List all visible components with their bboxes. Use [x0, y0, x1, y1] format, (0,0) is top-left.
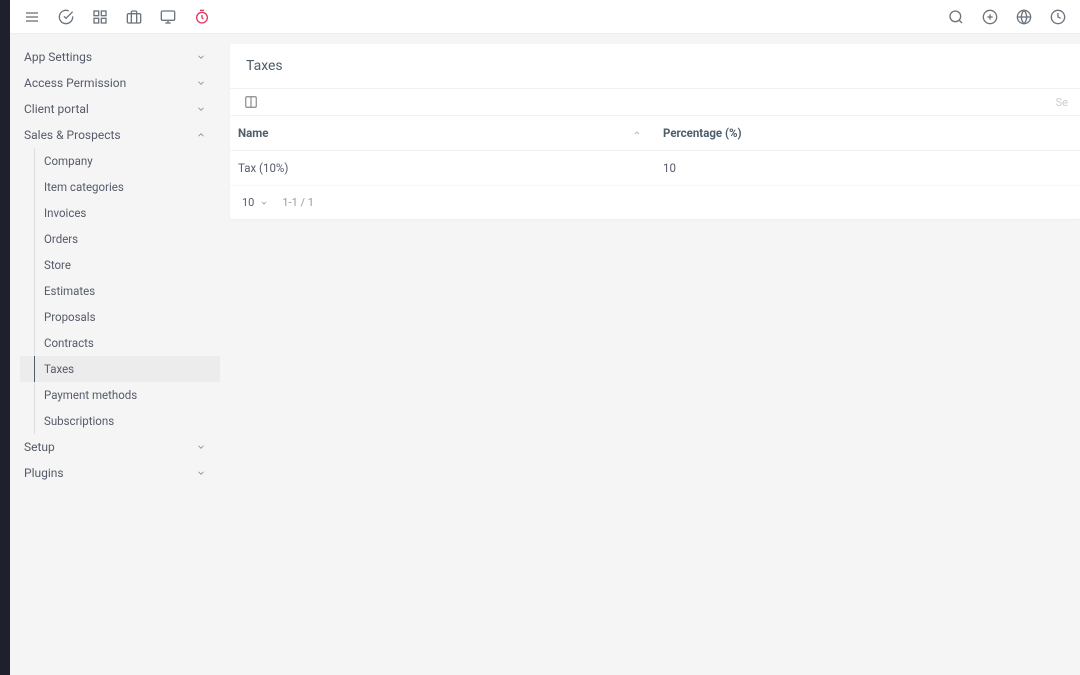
sidebar-item-store[interactable]: Store — [20, 252, 220, 278]
chevron-down-icon — [196, 442, 206, 452]
taxes-card: Taxes Se — [230, 44, 1080, 219]
sidebar-section-app-settings[interactable]: App Settings — [10, 44, 220, 70]
col-label: Name — [238, 126, 268, 140]
chevron-down-icon — [196, 78, 206, 88]
sort-asc-icon — [633, 129, 641, 137]
taxes-table: Name Percentage (%) — [230, 116, 1080, 186]
sidebar-section-label: Plugins — [24, 466, 64, 480]
columns-icon[interactable] — [244, 95, 258, 109]
chevron-up-icon — [196, 130, 206, 140]
col-name[interactable]: Name — [230, 116, 655, 151]
page-title: Taxes — [230, 44, 1080, 88]
sidebar: App Settings Access Permission Client po… — [10, 34, 220, 675]
globe-icon[interactable] — [1016, 9, 1032, 25]
monitor-icon[interactable] — [160, 9, 176, 25]
chevron-down-icon — [196, 52, 206, 62]
sidebar-section-plugins[interactable]: Plugins — [10, 460, 220, 486]
cell-percentage: 10 — [655, 151, 1080, 186]
sidebar-item-item-categories[interactable]: Item categories — [20, 174, 220, 200]
clock-icon[interactable] — [1050, 9, 1066, 25]
sidebar-section-label: Access Permission — [24, 76, 126, 90]
chevron-down-icon — [196, 468, 206, 478]
col-label: Percentage (%) — [663, 126, 742, 140]
sidebar-section-label: Sales & Prospects — [24, 128, 121, 142]
briefcase-icon[interactable] — [126, 9, 142, 25]
sidebar-section-label: App Settings — [24, 50, 92, 64]
table-toolbar: Se — [230, 88, 1080, 116]
sidebar-item-proposals[interactable]: Proposals — [20, 304, 220, 330]
sidebar-section-access-permission[interactable]: Access Permission — [10, 70, 220, 96]
topbar — [10, 0, 1080, 34]
chevron-down-icon — [260, 199, 268, 207]
sidebar-item-taxes[interactable]: Taxes — [20, 356, 220, 382]
sidebar-item-subscriptions[interactable]: Subscriptions — [20, 408, 220, 434]
page-range: 1-1 / 1 — [282, 196, 314, 209]
menu-icon[interactable] — [24, 9, 40, 25]
sidebar-section-label: Client portal — [24, 102, 89, 116]
chevron-down-icon — [196, 104, 206, 114]
pager: 10 1-1 / 1 — [230, 186, 1080, 219]
per-page-value: 10 — [242, 196, 254, 209]
per-page-select[interactable]: 10 — [242, 196, 268, 209]
sidebar-section-client-portal[interactable]: Client portal — [10, 96, 220, 122]
search-hint[interactable]: Se — [1056, 96, 1070, 109]
sidebar-item-invoices[interactable]: Invoices — [20, 200, 220, 226]
sidebar-item-estimates[interactable]: Estimates — [20, 278, 220, 304]
grid-icon[interactable] — [92, 9, 108, 25]
dark-rail — [0, 0, 10, 675]
sidebar-item-contracts[interactable]: Contracts — [20, 330, 220, 356]
sidebar-section-sales-prospects[interactable]: Sales & Prospects — [10, 122, 220, 148]
sidebar-item-company[interactable]: Company — [20, 148, 220, 174]
sidebar-section-label: Setup — [24, 440, 55, 454]
timer-icon[interactable] — [194, 9, 210, 25]
cell-name: Tax (10%) — [230, 151, 655, 186]
plus-circle-icon[interactable] — [982, 9, 998, 25]
check-circle-icon[interactable] — [58, 9, 74, 25]
search-icon[interactable] — [948, 9, 964, 25]
sidebar-item-orders[interactable]: Orders — [20, 226, 220, 252]
col-percentage[interactable]: Percentage (%) — [655, 116, 1080, 151]
sidebar-section-setup[interactable]: Setup — [10, 434, 220, 460]
table-row[interactable]: Tax (10%) 10 — [230, 151, 1080, 186]
sidebar-item-payment-methods[interactable]: Payment methods — [20, 382, 220, 408]
